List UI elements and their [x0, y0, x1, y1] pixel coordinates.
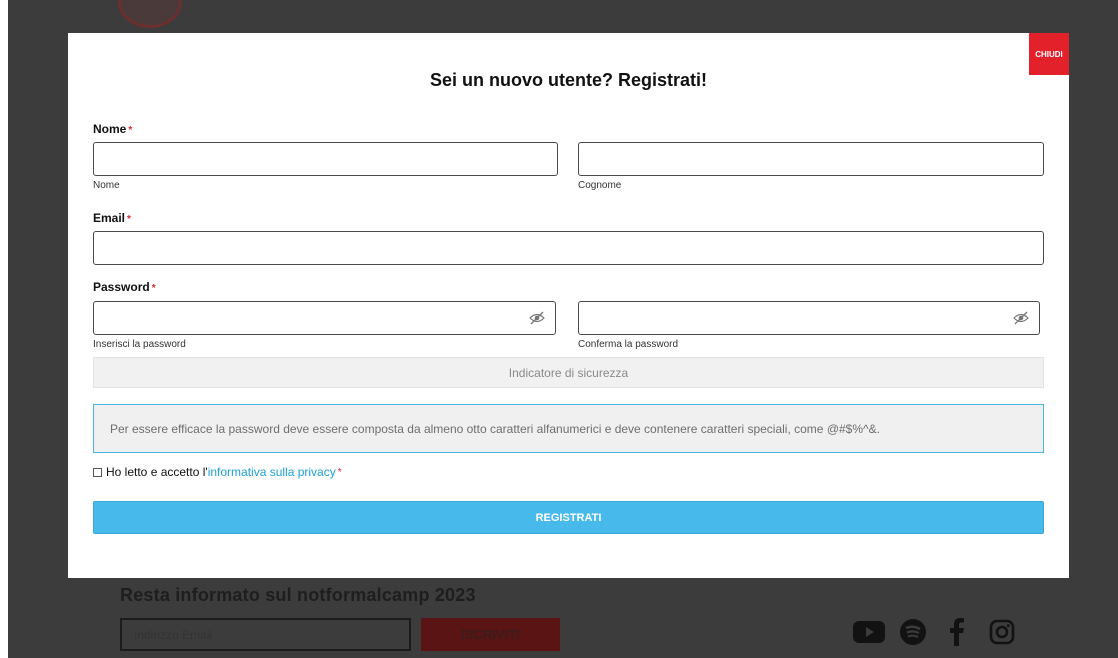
page-edge [0, 0, 8, 658]
last-name-sublabel: Cognome [578, 180, 622, 191]
register-button[interactable]: REGISTRATI [93, 501, 1044, 534]
eye-slash-icon[interactable] [1013, 311, 1029, 325]
confirm-password-input[interactable] [578, 301, 1040, 335]
password-label-text: Password [93, 280, 150, 294]
newsletter-title: Resta informato sul notformalcamp 2023 [120, 585, 476, 605]
first-name-sublabel: Nome [93, 180, 120, 191]
confirm-password-sublabel: Conferma la password [578, 339, 679, 350]
last-name-input[interactable] [578, 142, 1044, 176]
privacy-link[interactable]: informativa sulla privacy [208, 465, 336, 479]
required-mark: * [151, 283, 156, 294]
instagram-icon[interactable] [986, 616, 1018, 648]
close-button[interactable]: CHIUDI [1029, 33, 1069, 75]
eye-slash-icon[interactable] [529, 311, 545, 325]
name-label: Nome * [93, 122, 132, 136]
privacy-checkbox[interactable] [93, 467, 102, 477]
password-sublabel: Inserisci la password [93, 339, 186, 350]
password-label: Password * [93, 280, 156, 294]
password-input[interactable] [93, 301, 556, 335]
newsletter-email-input[interactable]: Indirizzo Email [120, 618, 411, 651]
first-name-input[interactable] [93, 142, 558, 176]
email-input[interactable] [93, 231, 1044, 265]
name-label-text: Nome [93, 122, 127, 136]
email-label-text: Email [93, 211, 126, 225]
subscribe-button[interactable]: ISCRIVITI [421, 618, 560, 651]
privacy-text: Ho letto e accetto l' [106, 465, 208, 479]
modal-title: Sei un nuovo utente? Registrati! [429, 70, 707, 90]
spotify-icon[interactable] [897, 616, 929, 648]
registration-modal: CHIUDI Sei un nuovo utente? Registrati! … [68, 33, 1069, 578]
password-strength-indicator: Indicatore di sicurezza [93, 357, 1044, 388]
facebook-icon[interactable] [943, 616, 971, 648]
privacy-consent: Ho letto e accetto l' informativa sulla p… [93, 465, 342, 479]
required-mark: * [127, 214, 131, 225]
email-label: Email * [93, 211, 131, 225]
required-mark: * [337, 466, 342, 478]
youtube-icon[interactable] [852, 616, 886, 648]
required-mark: * [128, 125, 133, 136]
password-hint: Per essere efficace la password deve ess… [93, 404, 1044, 453]
